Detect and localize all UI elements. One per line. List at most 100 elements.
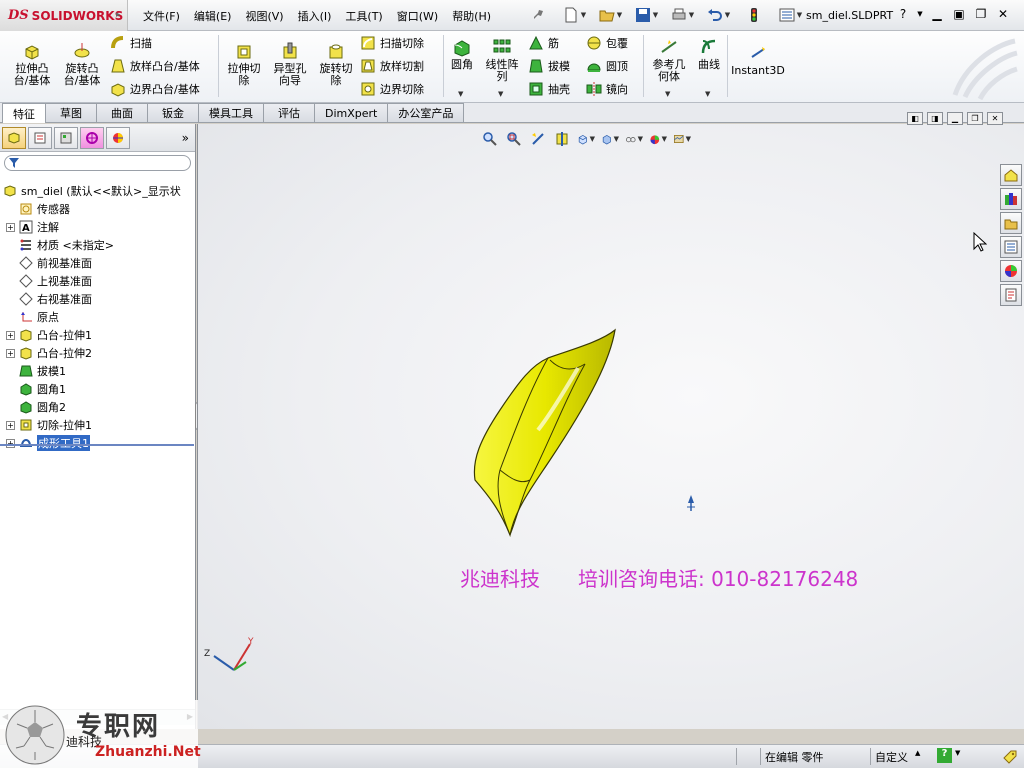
tree-item-origin[interactable]: 原点	[6, 308, 59, 326]
tab-evaluate[interactable]: 评估	[263, 103, 315, 122]
extrude-cut-button[interactable]: 拉伸切 除	[222, 41, 266, 87]
open-button[interactable]: ▼	[596, 4, 624, 26]
chevron-down-icon[interactable]: ▼	[689, 11, 694, 19]
menu-help[interactable]: 帮助(H)	[445, 7, 498, 25]
tree-item-material[interactable]: 材质 <未指定>	[6, 236, 114, 254]
design-library-icon[interactable]	[1000, 188, 1022, 210]
file-explorer-icon[interactable]	[1000, 212, 1022, 234]
tree-item-cut-extrude1[interactable]: + 切除-拉伸1	[6, 416, 92, 434]
chevron-down-icon[interactable]: ▼	[590, 135, 595, 143]
close-icon[interactable]: ✕	[994, 5, 1012, 23]
tile-left-icon[interactable]: ◧	[907, 112, 923, 125]
tab-office-products[interactable]: 办公室产品	[387, 103, 465, 122]
section-view-icon[interactable]	[553, 130, 571, 148]
dimxpert-manager-icon[interactable]	[80, 126, 104, 149]
mirror-button[interactable]: 镜向	[586, 81, 628, 97]
help-icon[interactable]: ?	[894, 5, 912, 23]
chevron-down-icon[interactable]: ▼	[665, 90, 670, 98]
draft-button[interactable]: 拔模	[528, 58, 570, 74]
close-icon[interactable]: ✕	[987, 112, 1003, 125]
reference-geometry-button[interactable]: 参考几 何体	[647, 37, 691, 83]
logo-arrow-icon[interactable]: ▸	[116, 10, 121, 20]
configuration-manager-icon[interactable]	[54, 126, 78, 149]
tree-item-forming-tool1[interactable]: + 成形工具1	[6, 434, 90, 452]
undo-button[interactable]: ▼	[704, 4, 732, 26]
tile-right-icon[interactable]: ◨	[927, 112, 943, 125]
chevron-down-icon[interactable]: ▼	[617, 11, 622, 19]
options-button[interactable]: ▼	[776, 4, 804, 26]
chevron-right-icon[interactable]: »	[182, 131, 189, 145]
restore-icon[interactable]: ❐	[967, 112, 983, 125]
expand-icon[interactable]: +	[6, 330, 15, 340]
property-manager-icon[interactable]	[28, 126, 52, 149]
boundary-boss-button[interactable]: 边界凸台/基体	[110, 81, 200, 97]
tree-item-front-plane[interactable]: 前视基准面	[6, 254, 92, 272]
chevron-down-icon[interactable]: ▼	[725, 11, 730, 19]
tree-item-boss-extrude1[interactable]: + 凸台-拉伸1	[6, 326, 92, 344]
tab-surfaces[interactable]: 曲面	[96, 103, 148, 122]
zoom-to-area-icon[interactable]	[505, 130, 523, 148]
view-palette-icon[interactable]	[1000, 236, 1022, 258]
fillet-button[interactable]: 圆角	[447, 37, 477, 71]
zoom-to-fit-icon[interactable]	[481, 130, 499, 148]
tab-sketch[interactable]: 草图	[45, 103, 97, 122]
display-style-icon[interactable]: ▼	[601, 130, 619, 148]
chevron-down-icon[interactable]: ▼	[653, 11, 658, 19]
boundary-cut-button[interactable]: 边界切除	[360, 81, 424, 97]
tree-item-right-plane[interactable]: 右视基准面	[6, 290, 92, 308]
expand-icon[interactable]: +	[6, 438, 15, 448]
shell-button[interactable]: 抽壳	[528, 81, 570, 97]
linear-pattern-button[interactable]: 线性阵 列	[481, 37, 523, 83]
menu-insert[interactable]: 插入(I)	[291, 7, 339, 25]
menu-view[interactable]: 视图(V)	[238, 7, 290, 25]
tab-dimxpert[interactable]: DimXpert	[314, 103, 389, 122]
save-button[interactable]: ▼	[632, 4, 660, 26]
minimize-icon[interactable]: ▁	[928, 5, 946, 23]
appearances-icon[interactable]	[1000, 260, 1022, 282]
apply-scene-icon[interactable]: ▼	[673, 130, 691, 148]
menu-file[interactable]: 文件(F)	[136, 7, 187, 25]
expand-icon[interactable]: +	[6, 222, 15, 232]
chevron-down-icon[interactable]: ▼	[614, 135, 619, 143]
print-button[interactable]: ▼	[668, 4, 696, 26]
tree-item-annotations[interactable]: + A 注解	[6, 218, 59, 236]
tree-item-boss-extrude2[interactable]: + 凸台-拉伸2	[6, 344, 92, 362]
tab-features[interactable]: 特征	[2, 103, 46, 123]
3d-part-model[interactable]	[460, 320, 630, 540]
restore-icon[interactable]: ▣	[950, 5, 968, 23]
loft-cut-button[interactable]: 放样切割	[360, 58, 424, 74]
revolve-boss-button[interactable]: 旋转凸 台/基体	[58, 41, 106, 87]
feature-tree-icon[interactable]	[2, 126, 26, 149]
restore-down-icon[interactable]: ❐	[972, 5, 990, 23]
chevron-down-icon[interactable]: ▼	[705, 90, 710, 98]
solidworks-logo[interactable]: DS SOLIDWORKS ▸	[0, 0, 128, 31]
extrude-boss-button[interactable]: 拉伸凸 台/基体	[8, 41, 56, 87]
tag-icon[interactable]	[1002, 749, 1018, 765]
instant3d-button[interactable]: Instant3D	[731, 43, 785, 77]
pin-icon[interactable]	[524, 4, 552, 26]
wrap-button[interactable]: 包覆	[586, 35, 628, 51]
sweep-button[interactable]: 扫描	[110, 35, 152, 51]
rib-button[interactable]: 筋	[528, 35, 559, 51]
chevron-down-icon[interactable]: ▼	[458, 90, 463, 98]
sweep-cut-button[interactable]: 扫描切除	[360, 35, 424, 51]
filter-input[interactable]	[4, 155, 191, 171]
tree-item-fillet2[interactable]: 圆角2	[6, 398, 66, 416]
hole-wizard-button[interactable]: 异型孔 向导	[268, 41, 312, 87]
chevron-down-icon[interactable]: ▼	[581, 11, 586, 19]
tab-mold-tools[interactable]: 模具工具	[198, 103, 264, 122]
chevron-up-icon[interactable]: ▲	[915, 749, 920, 757]
expand-icon[interactable]: +	[6, 348, 15, 358]
chevron-down-icon[interactable]: ▼	[638, 135, 643, 143]
chevron-down-icon[interactable]: ▼	[797, 11, 802, 19]
chevron-down-icon[interactable]: ▼	[662, 135, 667, 143]
tree-item-sensors[interactable]: 传感器	[6, 200, 70, 218]
menu-edit[interactable]: 编辑(E)	[187, 7, 239, 25]
chevron-down-icon[interactable]: ▼	[498, 90, 503, 98]
status-units-box[interactable]: 自定义 ▲ ? ▼	[870, 748, 996, 765]
dome-button[interactable]: 圆顶	[586, 58, 628, 74]
menu-tools[interactable]: 工具(T)	[338, 7, 389, 25]
minimize-icon[interactable]: ▁	[947, 112, 963, 125]
menu-window[interactable]: 窗口(W)	[390, 7, 445, 25]
rebuild-icon[interactable]	[740, 4, 768, 26]
